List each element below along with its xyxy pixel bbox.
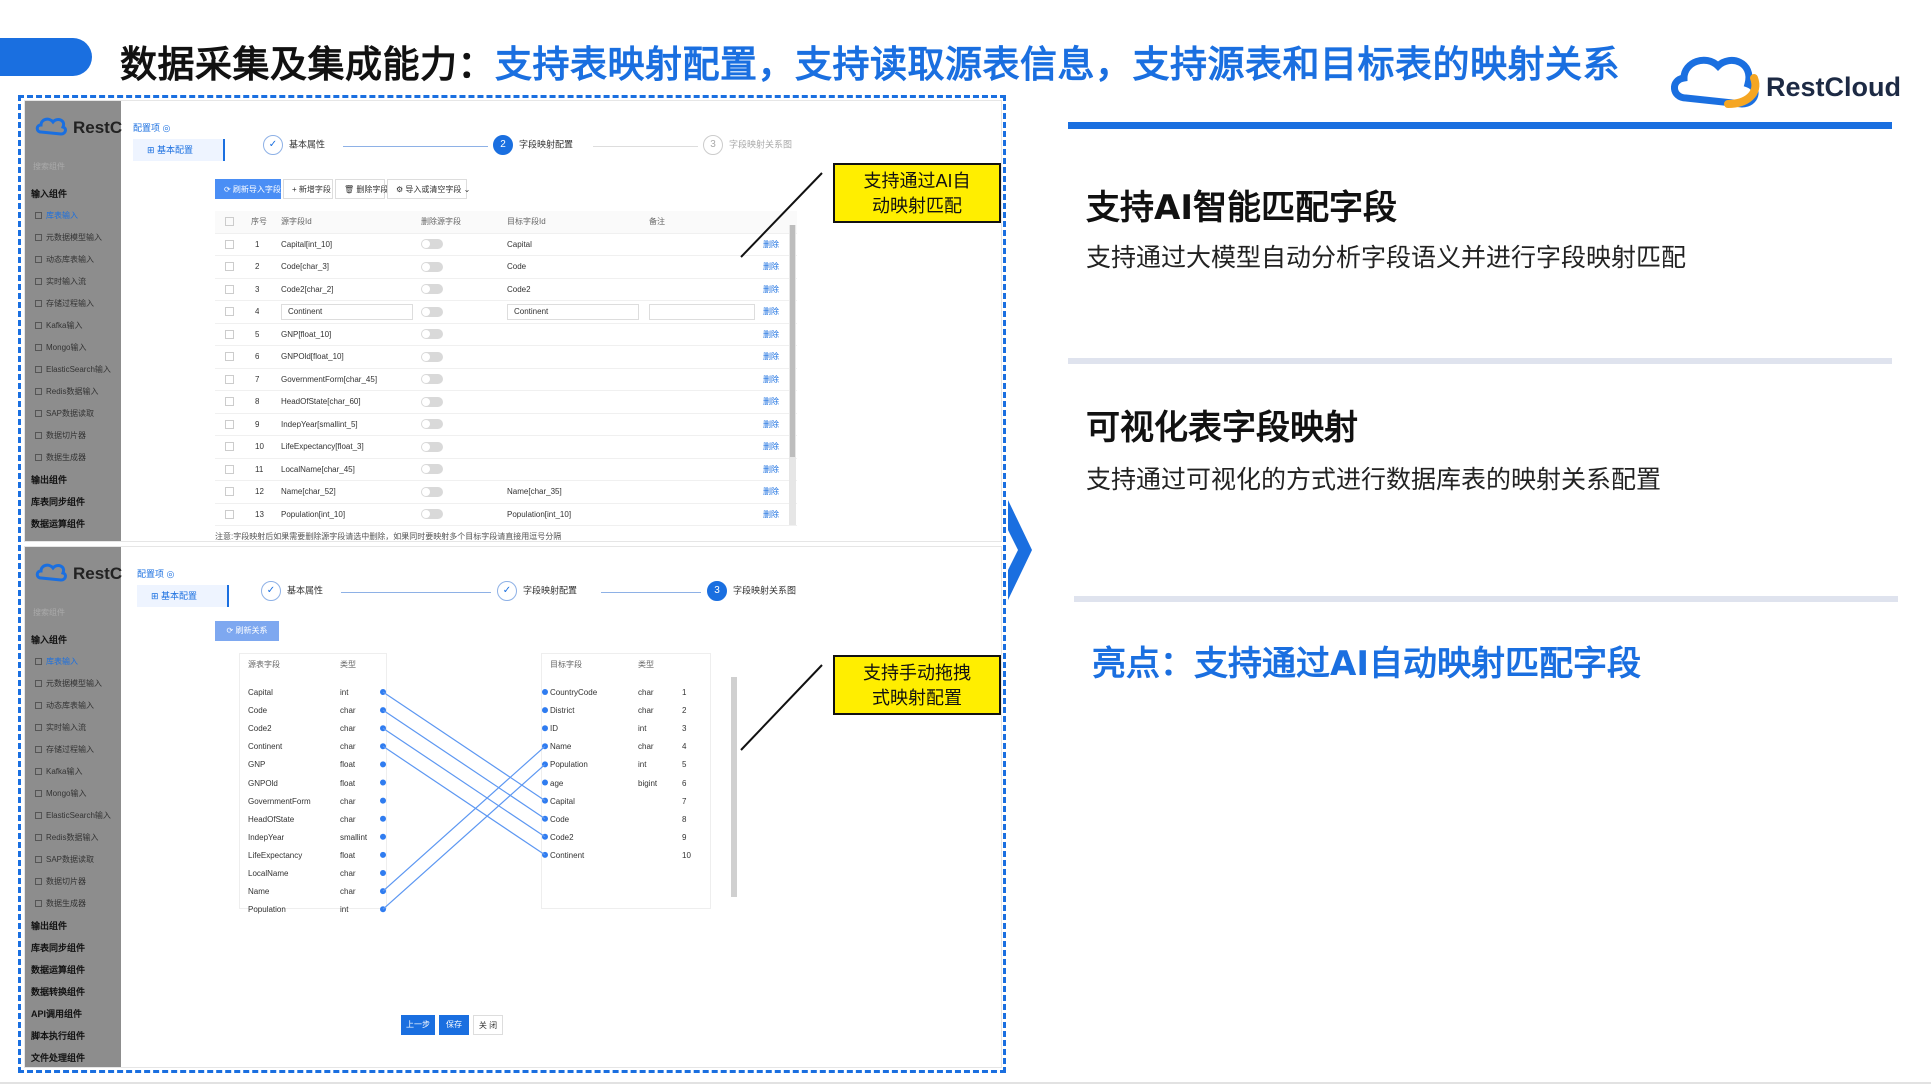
ai-mapping-callout: 支持通过AI自 动映射匹配	[833, 163, 1001, 223]
footer-divider	[0, 1082, 1931, 1084]
brand-logo: RestCloud	[1668, 48, 1901, 114]
feature-heading: 支持AI智能匹配字段	[1086, 188, 1397, 228]
feature-description: 支持通过可视化的方式进行数据库表的映射关系配置	[1086, 465, 1662, 494]
cloud-logo-icon	[1671, 56, 1760, 108]
callout-line: 式映射配置	[872, 688, 962, 708]
feature-heading: 可视化表字段映射	[1086, 408, 1358, 448]
callout-line: 支持通过AI自	[863, 171, 971, 191]
brand-name: RestCloud	[1766, 72, 1901, 102]
section-divider	[1074, 596, 1898, 602]
callout-line: 动映射匹配	[872, 196, 962, 216]
section-divider	[1068, 358, 1892, 364]
highlight-text: 亮点：支持通过AI自动映射匹配字段	[1092, 644, 1641, 684]
drag-mapping-callout: 支持手动拖拽 式映射配置	[833, 655, 1001, 715]
callout-line: 支持手动拖拽	[863, 663, 971, 683]
section-divider	[1068, 122, 1892, 129]
chevron-right-icon	[1008, 500, 1032, 600]
feature-description: 支持通过大模型自动分析字段语义并进行字段映射匹配	[1086, 243, 1687, 272]
